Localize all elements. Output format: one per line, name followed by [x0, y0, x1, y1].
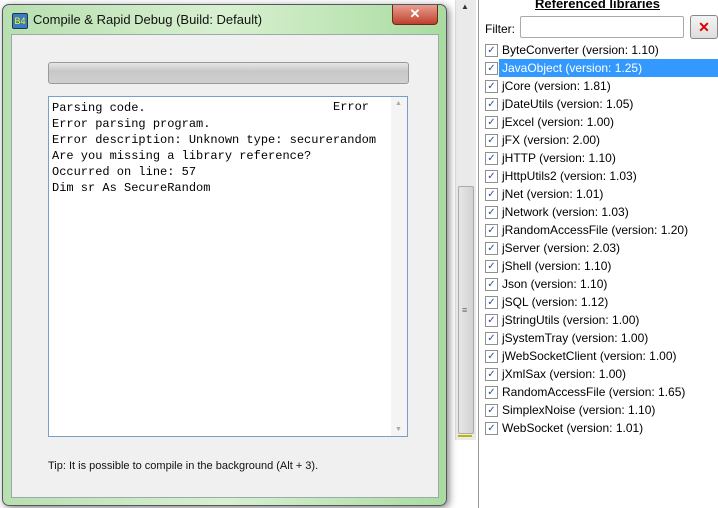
close-button[interactable]: ✕	[392, 5, 438, 25]
close-icon: ✕	[409, 6, 421, 21]
app-icon: B4	[12, 13, 28, 29]
library-label: jWebSocketClient (version: 1.00)	[502, 349, 677, 363]
dialog-title: Compile & Rapid Debug (Build: Default)	[33, 12, 263, 27]
scroll-up-icon[interactable]: ▲	[461, 2, 469, 11]
library-label: jSystemTray (version: 1.00)	[502, 331, 649, 345]
log-line: Error description: Unknown type: securer…	[52, 133, 377, 147]
log-line: Occurred on line: 57	[52, 165, 197, 179]
library-item[interactable]: ✓ jFX (version: 2.00)	[479, 131, 718, 149]
dialog-body: Parsing code. Error parsing program. Error…	[11, 34, 439, 498]
library-item[interactable]: ✓ jServer (version: 2.03)	[479, 239, 718, 257]
library-label: jServer (version: 2.03)	[502, 241, 621, 255]
library-item[interactable]: ✓ jSQL (version: 1.12)	[479, 293, 718, 311]
compile-dialog: B4 Compile & Rapid Debug (Build: Default…	[2, 4, 447, 506]
library-checkbox[interactable]: ✓	[485, 422, 498, 435]
library-label: jHTTP (version: 1.10)	[502, 151, 616, 165]
library-label: jSQL (version: 1.12)	[502, 295, 609, 309]
library-label: jFX (version: 2.00)	[502, 133, 601, 147]
close-icon: ✕	[698, 19, 710, 35]
log-output[interactable]: Parsing code. Error parsing program. Error…	[48, 96, 408, 437]
library-label: jNetwork (version: 1.03)	[502, 205, 629, 219]
log-scrollbar[interactable]: ▲ ▼	[391, 97, 407, 436]
tip-text: Tip: It is possible to compile in the ba…	[48, 460, 319, 472]
grip-icon: ≡	[462, 305, 468, 315]
library-item[interactable]: ✓ RandomAccessFile (version: 1.65)	[479, 383, 718, 401]
editor-scrollbar[interactable]: ▲ ≡	[455, 0, 476, 440]
library-checkbox[interactable]: ✓	[485, 350, 498, 363]
library-checkbox[interactable]: ✓	[485, 386, 498, 399]
library-item[interactable]: ✓ Json (version: 1.10)	[479, 275, 718, 293]
library-label: jRandomAccessFile (version: 1.20)	[502, 223, 689, 237]
library-label: jCore (version: 1.81)	[502, 79, 611, 93]
progress-bar	[48, 62, 409, 84]
library-item[interactable]: ✓ jRandomAccessFile (version: 1.20)	[479, 221, 718, 239]
library-checkbox[interactable]: ✓	[485, 188, 498, 201]
library-item[interactable]: ✓ jNetwork (version: 1.03)	[479, 203, 718, 221]
library-label: jXmlSax (version: 1.00)	[502, 367, 627, 381]
library-label: WebSocket (version: 1.01)	[502, 421, 644, 435]
library-item[interactable]: ✓ jStringUtils (version: 1.00)	[479, 311, 718, 329]
referenced-libraries-panel: Referenced libraries Filter: ✕ ✓ ByteConv…	[478, 0, 718, 508]
library-item[interactable]: ✓ SimplexNoise (version: 1.10)	[479, 401, 718, 419]
library-item[interactable]: ✓ jSystemTray (version: 1.00)	[479, 329, 718, 347]
status-text: Error	[333, 100, 370, 114]
library-checkbox[interactable]: ✓	[485, 170, 498, 183]
library-label: jStringUtils (version: 1.00)	[502, 313, 640, 327]
log-line: Are you missing a library reference?	[52, 149, 312, 163]
filter-input[interactable]	[520, 16, 684, 38]
library-checkbox[interactable]: ✓	[485, 404, 498, 417]
library-item[interactable]: ✓ jHttpUtils2 (version: 1.03)	[479, 167, 718, 185]
library-checkbox[interactable]: ✓	[485, 116, 498, 129]
panel-title: Referenced libraries	[535, 0, 661, 11]
library-checkbox[interactable]: ✓	[485, 278, 498, 291]
library-checkbox[interactable]: ✓	[485, 332, 498, 345]
library-checkbox[interactable]: ✓	[485, 224, 498, 237]
library-label: jNet (version: 1.01)	[502, 187, 604, 201]
library-checkbox[interactable]: ✓	[485, 260, 498, 273]
library-label: jExcel (version: 1.00)	[502, 115, 615, 129]
library-item[interactable]: ✓ jNet (version: 1.01)	[479, 185, 718, 203]
library-label: JavaObject (version: 1.25)	[499, 59, 718, 77]
library-checkbox[interactable]: ✓	[485, 206, 498, 219]
library-checkbox[interactable]: ✓	[485, 44, 498, 57]
clear-filter-button[interactable]: ✕	[690, 15, 718, 39]
library-label: Json (version: 1.10)	[502, 277, 608, 291]
library-label: jDateUtils (version: 1.05)	[502, 97, 634, 111]
library-item[interactable]: ✓ jWebSocketClient (version: 1.00)	[479, 347, 718, 365]
library-checkbox[interactable]: ✓	[485, 134, 498, 147]
library-checkbox[interactable]: ✓	[485, 80, 498, 93]
library-checkbox[interactable]: ✓	[485, 296, 498, 309]
log-line: Error parsing program.	[52, 117, 211, 131]
library-item[interactable]: ✓ JavaObject (version: 1.25)	[479, 59, 718, 77]
filter-label: Filter:	[485, 22, 515, 36]
library-label: SimplexNoise (version: 1.10)	[502, 403, 656, 417]
library-item[interactable]: ✓ jCore (version: 1.81)	[479, 77, 718, 95]
library-label: RandomAccessFile (version: 1.65)	[502, 385, 686, 399]
scroll-up-icon[interactable]: ▲	[395, 100, 402, 107]
library-item[interactable]: ✓ jXmlSax (version: 1.00)	[479, 365, 718, 383]
library-item[interactable]: ✓ WebSocket (version: 1.01)	[479, 419, 718, 437]
scroll-down-icon[interactable]: ▼	[395, 426, 402, 433]
library-checkbox[interactable]: ✓	[485, 62, 498, 75]
library-item[interactable]: ✓ jExcel (version: 1.00)	[479, 113, 718, 131]
library-item[interactable]: ✓ jDateUtils (version: 1.05)	[479, 95, 718, 113]
log-line: Dim sr As SecureRandom	[52, 181, 211, 195]
library-label: ByteConverter (version: 1.10)	[502, 43, 659, 57]
library-checkbox[interactable]: ✓	[485, 242, 498, 255]
library-checkbox[interactable]: ✓	[485, 152, 498, 165]
library-checkbox[interactable]: ✓	[485, 368, 498, 381]
library-label: jShell (version: 1.10)	[502, 259, 612, 273]
library-item[interactable]: ✓ jHTTP (version: 1.10)	[479, 149, 718, 167]
library-item[interactable]: ✓ jShell (version: 1.10)	[479, 257, 718, 275]
library-item[interactable]: ✓ ByteConverter (version: 1.10)	[479, 41, 718, 59]
library-checkbox[interactable]: ✓	[485, 98, 498, 111]
library-label: jHttpUtils2 (version: 1.03)	[502, 169, 637, 183]
scroll-marker	[458, 435, 472, 437]
library-checkbox[interactable]: ✓	[485, 314, 498, 327]
